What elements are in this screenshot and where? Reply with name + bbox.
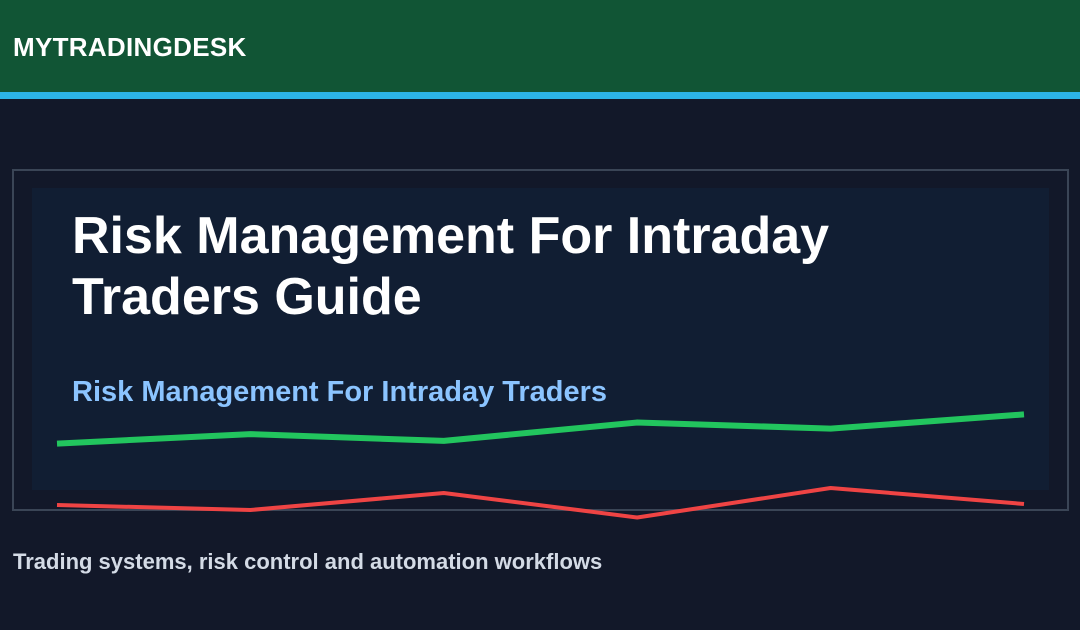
hero-subtitle: Risk Management For Intraday Traders <box>72 376 608 408</box>
top-header-bar: MYTRADINGDESK <box>0 0 1080 92</box>
hero-title: Risk Management For Intraday Traders Gui… <box>72 207 830 326</box>
header-accent-stripe <box>0 92 1080 99</box>
site-tagline: Trading systems, risk control and automa… <box>13 549 603 574</box>
site-logo[interactable]: MYTRADINGDESK <box>13 32 247 62</box>
